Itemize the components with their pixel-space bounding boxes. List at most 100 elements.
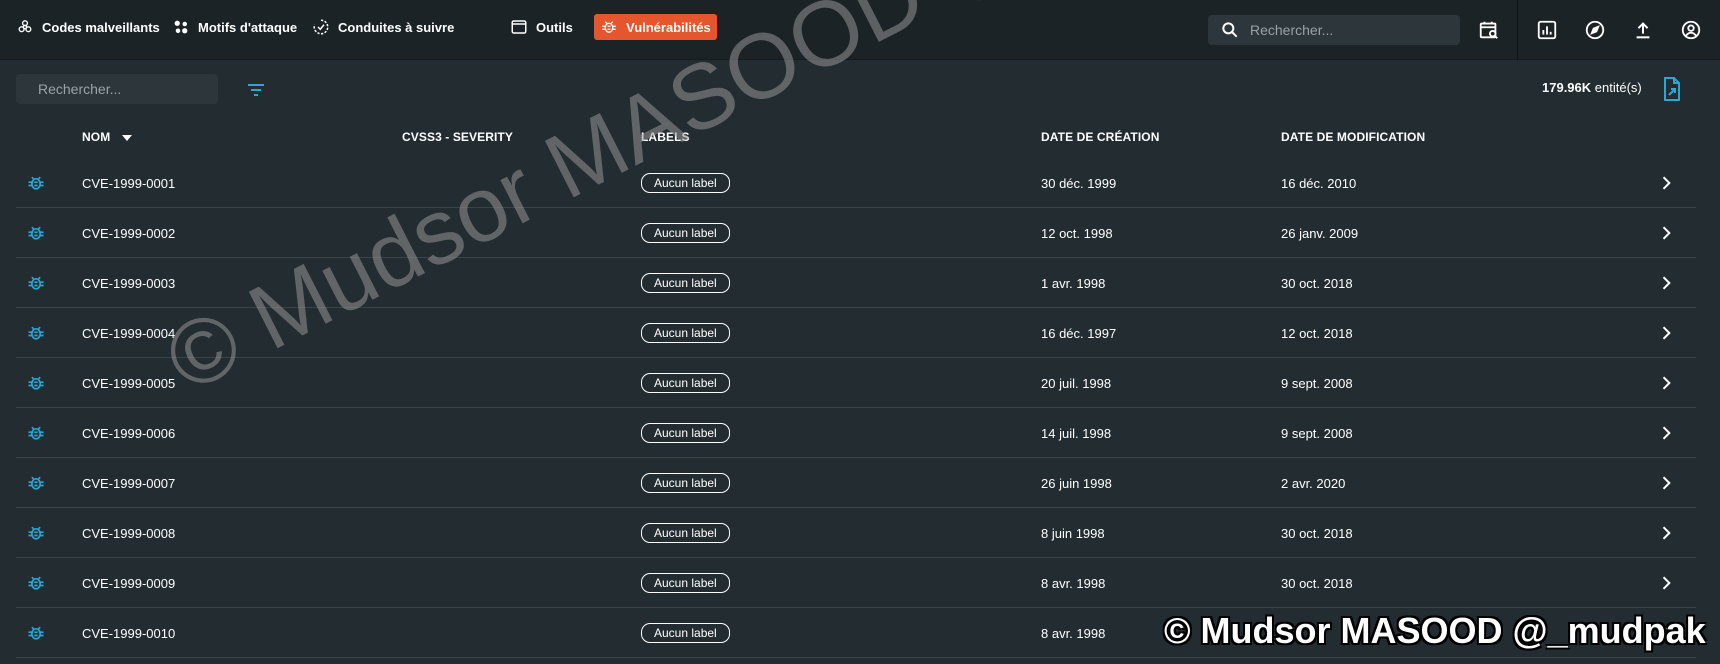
entity-count-label: entité(s) bbox=[1591, 80, 1642, 95]
search-icon bbox=[1222, 22, 1238, 38]
row-chevron-cell[interactable] bbox=[1656, 558, 1680, 608]
chevron-right-icon bbox=[1662, 526, 1671, 540]
row-chevron-cell[interactable] bbox=[1656, 208, 1680, 258]
tab-outils[interactable]: Outils bbox=[504, 14, 579, 40]
explore-button[interactable] bbox=[1582, 17, 1608, 43]
row-chevron-cell[interactable] bbox=[1656, 458, 1680, 508]
row-icon-cell bbox=[26, 508, 48, 558]
column-header-label: Nom bbox=[82, 130, 111, 144]
entity-count-value: 179.96K bbox=[1542, 80, 1592, 95]
bug-icon bbox=[28, 226, 44, 240]
table-row[interactable]: CVE-1999-0001 Aucun label 30 déc. 1999 1… bbox=[16, 158, 1696, 208]
row-chevron-cell[interactable] bbox=[1656, 508, 1680, 558]
row-created: 14 juil. 1998 bbox=[1041, 425, 1112, 441]
filter-list-icon bbox=[248, 84, 264, 96]
label-chip: Aucun label bbox=[641, 323, 730, 343]
biohazard-icon bbox=[18, 20, 32, 33]
tab-label: Motifs d'attaque bbox=[198, 19, 298, 35]
column-header-created[interactable]: Date de création bbox=[1041, 130, 1160, 144]
chevron-right-icon bbox=[1662, 626, 1671, 640]
row-chevron-cell[interactable] bbox=[1656, 308, 1680, 358]
row-created: 26 juin 1998 bbox=[1041, 475, 1112, 491]
table-row[interactable]: CVE-1999-0009 Aucun label 8 avr. 1998 30… bbox=[16, 558, 1696, 608]
chevron-right-icon bbox=[1662, 376, 1671, 390]
label-chip: Aucun label bbox=[641, 273, 730, 293]
list-search[interactable] bbox=[16, 74, 219, 104]
row-icon-cell bbox=[26, 308, 48, 358]
import-button[interactable] bbox=[1630, 17, 1656, 43]
row-chevron-cell[interactable] bbox=[1656, 608, 1680, 658]
label-chip: Aucun label bbox=[641, 223, 730, 243]
table-row[interactable]: CVE-1999-0010 Aucun label 8 avr. 1998 bbox=[16, 608, 1696, 658]
row-modified: 30 oct. 2018 bbox=[1281, 525, 1353, 541]
tab-label: Conduites à suivre bbox=[338, 19, 455, 35]
account-button[interactable] bbox=[1678, 17, 1704, 43]
column-header-severity[interactable]: CVSS3 - Severity bbox=[402, 130, 513, 144]
bug-icon bbox=[28, 426, 44, 440]
row-modified: 12 oct. 2018 bbox=[1281, 325, 1353, 341]
row-icon-cell bbox=[26, 608, 48, 658]
tab-motifs-attaque[interactable]: Motifs d'attaque bbox=[166, 14, 303, 40]
dashboard-button[interactable] bbox=[1534, 17, 1560, 43]
row-chevron-cell[interactable] bbox=[1656, 258, 1680, 308]
row-created: 8 avr. 1998 bbox=[1041, 575, 1106, 591]
row-labels: Aucun label bbox=[641, 258, 730, 308]
global-search-input[interactable] bbox=[1250, 22, 1440, 38]
label-chip: Aucun label bbox=[641, 473, 730, 493]
row-icon-cell bbox=[26, 158, 48, 208]
tab-label: Codes malveillants bbox=[42, 19, 160, 35]
entity-count: 179.96K entité(s) bbox=[1542, 80, 1642, 95]
table-row[interactable]: CVE-1999-0002 Aucun label 12 oct. 1998 2… bbox=[16, 208, 1696, 258]
column-header-name[interactable]: Nom bbox=[82, 130, 133, 144]
bug-icon bbox=[28, 526, 44, 540]
toolbar-divider bbox=[1517, 0, 1518, 60]
bug-icon bbox=[28, 626, 44, 640]
row-labels: Aucun label bbox=[641, 458, 730, 508]
row-chevron-cell[interactable] bbox=[1656, 158, 1680, 208]
chevron-right-icon bbox=[1662, 276, 1671, 290]
row-icon-cell bbox=[26, 558, 48, 608]
table-row[interactable]: CVE-1999-0004 Aucun label 16 déc. 1997 1… bbox=[16, 308, 1696, 358]
row-name: CVE-1999-0010 bbox=[82, 625, 176, 641]
top-navigation-bar: Codes malveillants Motifs d'attaque Cond… bbox=[0, 0, 1720, 60]
table-row[interactable]: CVE-1999-0003 Aucun label 1 avr. 1998 30… bbox=[16, 258, 1696, 308]
label-chip: Aucun label bbox=[641, 373, 730, 393]
row-icon-cell bbox=[26, 358, 48, 408]
export-button[interactable] bbox=[1660, 76, 1684, 102]
row-name: CVE-1999-0002 bbox=[82, 225, 176, 241]
table-row[interactable]: CVE-1999-0005 Aucun label 20 juil. 1998 … bbox=[16, 358, 1696, 408]
chevron-right-icon bbox=[1662, 426, 1671, 440]
table-row[interactable]: CVE-1999-0006 Aucun label 14 juil. 1998 … bbox=[16, 408, 1696, 458]
row-created: 8 avr. 1998 bbox=[1041, 625, 1106, 641]
tab-codes-malveillants[interactable]: Codes malveillants bbox=[10, 14, 166, 40]
label-chip: Aucun label bbox=[641, 423, 730, 443]
row-chevron-cell[interactable] bbox=[1656, 358, 1680, 408]
global-search[interactable] bbox=[1208, 15, 1460, 45]
column-header-label: CVSS3 - Severity bbox=[402, 130, 513, 144]
column-header-label: Labels bbox=[641, 130, 690, 144]
calendar-search-button[interactable] bbox=[1476, 17, 1502, 43]
tab-conduites[interactable]: Conduites à suivre bbox=[306, 14, 460, 40]
row-name: CVE-1999-0003 bbox=[82, 275, 176, 291]
table-row[interactable]: CVE-1999-0008 Aucun label 8 juin 1998 30… bbox=[16, 508, 1696, 558]
row-icon-cell bbox=[26, 208, 48, 258]
list-search-input[interactable] bbox=[38, 81, 219, 97]
progress-check-icon bbox=[313, 19, 329, 35]
label-chip: Aucun label bbox=[641, 573, 730, 593]
table-row[interactable]: CVE-1999-0007 Aucun label 26 juin 1998 2… bbox=[16, 458, 1696, 508]
label-chip: Aucun label bbox=[641, 623, 730, 643]
account-icon bbox=[1681, 20, 1701, 40]
row-chevron-cell[interactable] bbox=[1656, 408, 1680, 458]
tab-vulnerabilites[interactable]: Vulnérabilités bbox=[594, 14, 717, 40]
dashboard-chart-icon bbox=[1537, 20, 1557, 40]
column-header-modified[interactable]: Date de modification bbox=[1281, 130, 1425, 144]
row-modified: 16 déc. 2010 bbox=[1281, 175, 1357, 191]
row-icon-cell bbox=[26, 458, 48, 508]
filter-button[interactable] bbox=[244, 78, 268, 102]
row-icon-cell bbox=[26, 258, 48, 308]
row-name: CVE-1999-0007 bbox=[82, 475, 176, 491]
column-header-label: Date de modification bbox=[1281, 130, 1426, 144]
row-labels: Aucun label bbox=[641, 158, 730, 208]
column-header-labels[interactable]: Labels bbox=[641, 130, 690, 144]
bug-icon bbox=[28, 176, 44, 190]
